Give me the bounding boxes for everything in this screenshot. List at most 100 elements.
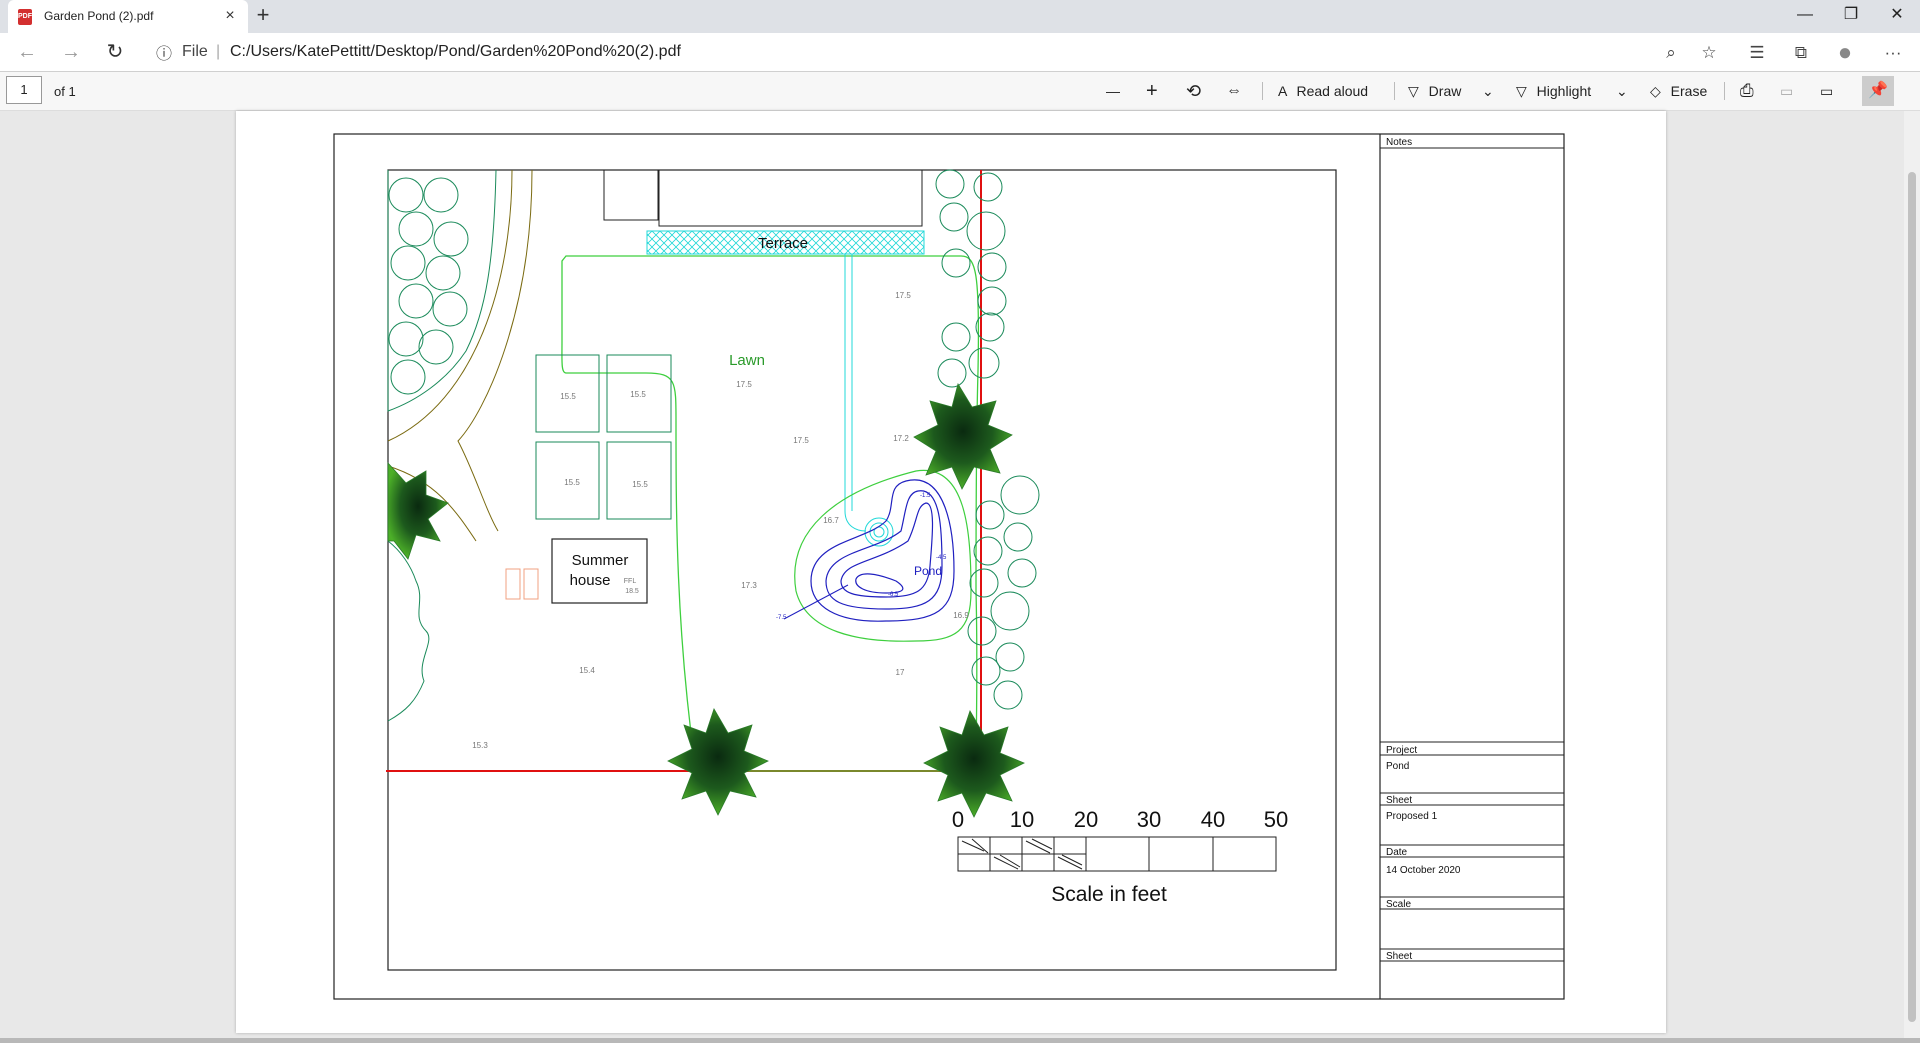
title-block-text: Notes Project Pond Sheet Proposed 1 Date… — [1386, 137, 1461, 962]
url-text[interactable]: C:/Users/KatePettitt/Desktop/Pond/Garden… — [230, 43, 681, 61]
profile-avatar-icon[interactable]: ● — [1830, 39, 1860, 67]
zoom-out-button[interactable]: — — [1106, 78, 1120, 104]
scale-bar-boxes — [957, 836, 1277, 872]
rotate-icon[interactable]: ⟲ — [1186, 78, 1201, 104]
browser-tab[interactable]: PDF Garden Pond (2).pdf × — [8, 0, 248, 33]
scale-bar: 0 10 20 30 40 50 — [952, 807, 1288, 832]
read-aloud-button[interactable]: A Read aloud — [1278, 78, 1368, 104]
lawn-outline — [561, 255, 980, 772]
level-label: 17 — [896, 668, 905, 677]
tree — [387, 461, 449, 560]
level-label: 17.3 — [741, 581, 757, 590]
print-icon[interactable]: ⎙ — [1740, 78, 1754, 104]
scale-tick-label: 0 — [952, 807, 964, 832]
project-value: Pond — [1386, 761, 1409, 772]
scale-caption: Scale in feet — [1051, 883, 1167, 906]
tree — [913, 382, 1013, 490]
stream-channel — [844, 254, 894, 547]
pond-depth: -1.5 — [920, 493, 931, 499]
level-label: 16.7 — [823, 516, 839, 525]
level-label: 17.5 — [736, 380, 752, 389]
favorites-icon[interactable]: ☰ — [1742, 39, 1772, 67]
info-icon[interactable]: ⓘ — [156, 40, 172, 64]
close-window-button[interactable]: ✕ — [1874, 0, 1920, 30]
level-label: 15.4 — [579, 666, 595, 675]
scale-tick-label: 50 — [1264, 807, 1288, 832]
pin-toolbar-icon[interactable]: 📌 — [1862, 76, 1894, 106]
save-as-icon[interactable]: ▭ — [1820, 78, 1833, 104]
tab-title: Garden Pond (2).pdf — [44, 9, 154, 23]
pond-depth: -4.5 — [936, 555, 947, 561]
restore-button[interactable]: ❐ — [1828, 0, 1874, 30]
zoom-icon[interactable]: ⌕ — [1656, 39, 1686, 67]
lawn-label: Lawn — [729, 352, 765, 369]
drawing-border — [387, 169, 1337, 971]
toolbar-divider — [1394, 82, 1395, 100]
sheet-value: Proposed 1 — [1386, 811, 1438, 822]
draw-label: Draw — [1428, 83, 1462, 99]
scale-tick-label: 40 — [1201, 807, 1225, 832]
favorite-star-icon[interactable]: ☆ — [1694, 39, 1724, 67]
ffl-value: 18.5 — [625, 588, 639, 595]
scale-label: Scale — [1386, 899, 1411, 910]
collections-icon[interactable]: ⧉ — [1786, 39, 1816, 67]
page-number-input[interactable]: 1 — [6, 76, 42, 104]
west-hedge — [387, 169, 497, 722]
draw-button[interactable]: ▽ Draw — [1408, 78, 1461, 104]
scale-tick-label: 30 — [1137, 807, 1161, 832]
back-button[interactable]: ← — [12, 38, 42, 66]
read-aloud-icon: A — [1278, 83, 1287, 99]
summer-house-label-2: house — [570, 572, 611, 589]
new-tab-button[interactable]: + — [250, 3, 276, 29]
tree — [667, 708, 769, 816]
level-label: 15.5 — [560, 392, 576, 401]
url-separator: | — [216, 43, 221, 60]
scale-tick-label: 10 — [1010, 807, 1034, 832]
level-label: 17.5 — [793, 436, 809, 445]
toolbar-divider — [1724, 82, 1725, 100]
notes-label: Notes — [1386, 137, 1412, 148]
date-value: 14 October 2020 — [1386, 865, 1461, 876]
summer-house-label-1: Summer — [572, 552, 629, 569]
draw-pen-icon: ▽ — [1408, 83, 1419, 99]
level-annotations: 17.5 15.5 15.5 15.5 15.5 17.5 17.5 17.2 … — [472, 291, 969, 750]
sheet2-label: Sheet — [1386, 951, 1412, 962]
save-icon[interactable]: ▭ — [1780, 78, 1793, 104]
minimize-button[interactable]: — — [1782, 0, 1828, 30]
highlight-button[interactable]: ▽ Highlight — [1516, 78, 1591, 104]
water-butt — [523, 568, 539, 600]
eraser-icon: ◇ — [1650, 83, 1661, 99]
level-label: 17.2 — [893, 434, 909, 443]
terrace-label: Terrace — [758, 235, 808, 252]
pdf-page: Terrace Lawn Summer house FFL 18.5 Pond … — [236, 111, 1666, 1033]
pond-label: Pond — [914, 564, 942, 578]
level-label: 17.5 — [895, 291, 911, 300]
highlight-dropdown-icon[interactable]: ⌄ — [1616, 78, 1628, 104]
ffl-label: FFL — [624, 578, 637, 585]
forward-button[interactable]: → — [56, 38, 86, 66]
draw-dropdown-icon[interactable]: ⌄ — [1482, 78, 1494, 104]
close-tab-icon[interactable]: × — [220, 6, 240, 26]
pdf-icon: PDF — [18, 9, 32, 25]
fit-page-icon[interactable]: ⇔ — [1226, 78, 1242, 104]
raised-beds — [535, 354, 672, 520]
read-aloud-label: Read aloud — [1296, 83, 1369, 99]
sheet-label: Sheet — [1386, 795, 1412, 806]
zoom-in-button[interactable]: + — [1146, 78, 1158, 104]
refresh-button[interactable]: ↻ — [100, 38, 130, 66]
file-label: File — [182, 43, 208, 60]
level-label: 15.3 — [472, 741, 488, 750]
scrollbar-thumb[interactable] — [1908, 172, 1916, 1022]
level-label: 15.5 — [630, 390, 646, 399]
title-bar — [0, 0, 1920, 33]
page-count: of 1 — [54, 84, 76, 99]
house-wall — [658, 169, 923, 227]
planter-box — [603, 169, 659, 221]
erase-label: Erase — [1670, 83, 1708, 99]
more-menu-icon[interactable]: ··· — [1878, 39, 1908, 67]
toolbar-divider — [1262, 82, 1263, 100]
erase-button[interactable]: ◇ Erase — [1650, 78, 1707, 104]
date-label: Date — [1386, 847, 1408, 858]
project-label: Project — [1386, 745, 1417, 756]
pond-depth: -7.5 — [776, 615, 787, 621]
